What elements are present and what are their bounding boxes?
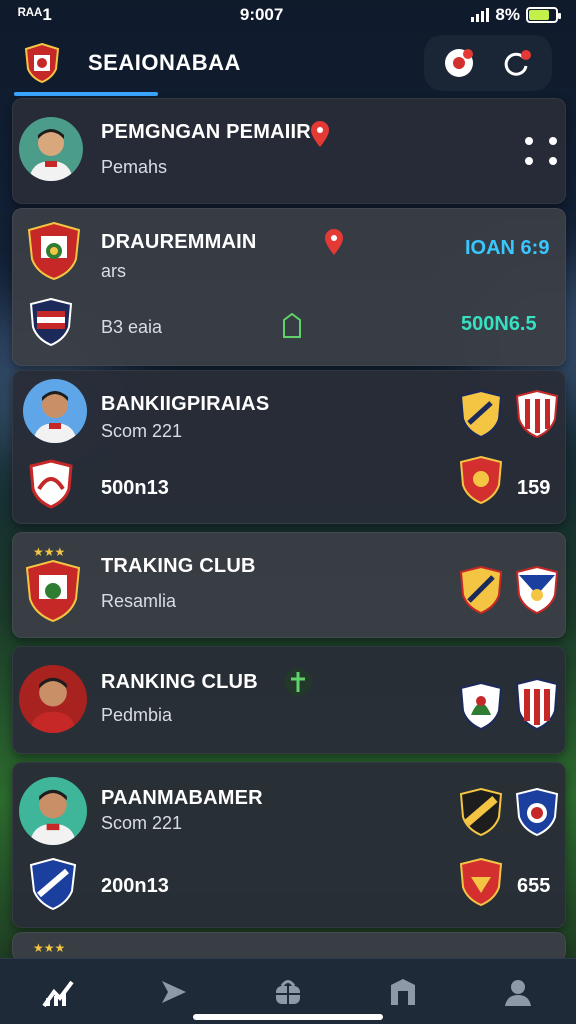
app-header: SEAIONABAA <box>0 30 576 96</box>
list-item[interactable]: RANKING CLUB Pedmbia <box>12 646 566 754</box>
club-badge-icon <box>284 668 312 696</box>
status-bar: ᴿᴬᴬ1 9:007 8% <box>0 0 576 30</box>
club-crest-icon <box>459 565 503 615</box>
club-crest-icon <box>459 857 503 907</box>
list-item[interactable]: PAANMABAMER Scom 221 200n13 655 <box>12 762 566 928</box>
list-item[interactable]: BANKIIGPIRAIAS Scom 221 500n13 159 <box>12 370 566 524</box>
club-score: 655 <box>517 875 551 897</box>
location-pin-icon <box>311 121 329 147</box>
nav-profile[interactable] <box>488 968 548 1016</box>
club-crest-icon <box>29 459 73 509</box>
page-title: SEAIONABAA <box>88 50 241 75</box>
player-name: RANKING CLUB <box>101 671 258 693</box>
location-pin-icon <box>325 229 343 255</box>
active-tab-indicator <box>14 92 158 96</box>
player-subtitle: Pemahs <box>101 157 168 177</box>
bell-icon <box>445 49 473 77</box>
player-subtitle: Pedmbia <box>101 705 173 725</box>
svg-text:★★★: ★★★ <box>33 545 65 557</box>
list-item[interactable]: PEMGNGAN PEMAIIR Pemahs <box>12 98 566 204</box>
club-crest-icon <box>25 559 81 623</box>
club-logo[interactable] <box>24 43 60 83</box>
club-score: 159 <box>517 477 551 499</box>
nav-bag[interactable] <box>258 968 318 1016</box>
more-options-icon[interactable] <box>525 137 557 165</box>
player-name: PEMGNGAN PEMAIIR <box>101 121 311 143</box>
list-item[interactable]: DRAUREMMAIN ars IOAN 6:9 B3 eaia 500N6.5 <box>12 208 566 366</box>
player-subtitle: Scom 221 <box>101 421 183 441</box>
club-subtitle: Resamlia <box>101 591 177 611</box>
home-indicator[interactable] <box>193 1014 383 1020</box>
player-name: PAANMABAMER <box>101 787 263 809</box>
club-crest-icon <box>459 787 503 837</box>
header-actions <box>424 35 552 91</box>
club-crest-icon <box>29 297 73 347</box>
nav-stats[interactable] <box>28 968 88 1016</box>
bag-icon <box>275 979 300 1004</box>
avatar <box>19 777 87 845</box>
club-name: TRAKING CLUB <box>101 555 256 577</box>
stars-icon: ★★★ <box>33 941 65 953</box>
battery-icon <box>526 7 561 23</box>
stats-icon <box>41 980 74 1007</box>
shield-icon <box>283 313 301 338</box>
player-name: BANKIIGPIRAIAS <box>101 393 270 415</box>
club-crest-icon <box>459 389 503 439</box>
refresh-button[interactable] <box>492 41 542 85</box>
list-item[interactable]: ★★★ TRAKING CLUB Resamlia <box>12 532 566 638</box>
send-icon <box>161 980 186 1003</box>
profile-icon <box>505 979 532 1006</box>
status-indicators: 8% <box>471 5 561 25</box>
club-crest-icon <box>515 787 559 837</box>
club-crest-icon <box>515 565 559 615</box>
club-crest-icon <box>27 221 81 281</box>
box-icon <box>391 978 416 1005</box>
refresh-icon <box>504 50 531 76</box>
club-stat-label: 500n13 <box>101 477 169 499</box>
avatar <box>19 665 87 733</box>
club-name: DRAUREMMAIN <box>101 231 257 253</box>
club-crest-icon <box>459 681 503 731</box>
avatar <box>19 117 83 181</box>
player-subtitle: Scom 221 <box>101 813 183 833</box>
carrier-label: ᴿᴬᴬ1 <box>18 5 52 24</box>
svg-text:★★★: ★★★ <box>33 941 65 953</box>
top-score: IOAN 6:9 <box>465 237 550 259</box>
signal-icon <box>471 8 490 22</box>
club-crest-icon <box>29 857 77 911</box>
stars-icon: ★★★ <box>33 545 65 557</box>
club-crest-icon <box>515 389 559 439</box>
club-crest-icon <box>459 455 503 505</box>
club-stat-label: 200n13 <box>101 875 169 897</box>
club-stat-label: B3 eaia <box>101 317 163 337</box>
avatar <box>23 379 87 443</box>
nav-box[interactable] <box>373 968 433 1016</box>
notifications-button[interactable] <box>434 41 484 85</box>
club-subtitle: ars <box>101 261 127 281</box>
battery-percent: 8% <box>495 5 520 24</box>
bottom-score: 500N6.5 <box>461 313 537 335</box>
club-crest-icon <box>515 677 559 731</box>
clock: 9:007 <box>239 5 284 24</box>
nav-send[interactable] <box>143 968 203 1016</box>
